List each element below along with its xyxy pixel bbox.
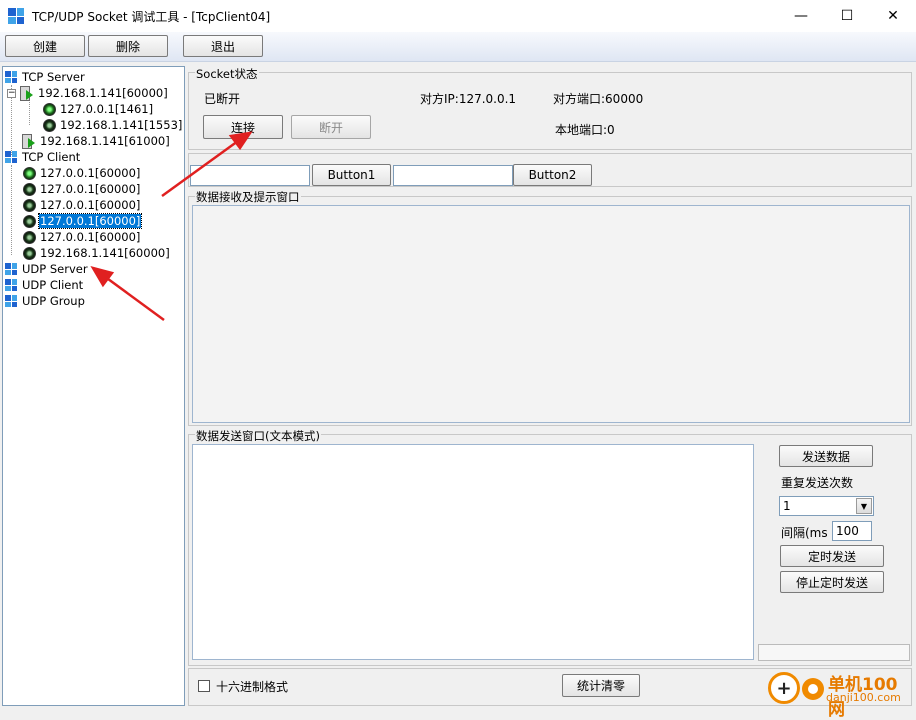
receive-text-area[interactable]: [192, 205, 910, 423]
tcp-client-icon: [5, 151, 17, 163]
hex-format-checkbox[interactable]: [198, 680, 210, 692]
repeat-count-select[interactable]: 1 ▼: [779, 496, 874, 516]
interval-label: 间隔(ms: [781, 526, 828, 540]
watermark-logo: + 单机100网 danji100.com: [768, 670, 914, 720]
watermark-plus-icon: +: [768, 672, 800, 704]
close-button[interactable]: ✕: [870, 0, 916, 32]
custom-input-1[interactable]: [190, 165, 310, 186]
connected-icon: [23, 166, 36, 180]
watermark-dot-icon: [802, 678, 824, 700]
disconnected-icon: [23, 182, 36, 196]
button1[interactable]: Button1: [312, 164, 391, 186]
toolbar: 创建 删除 退出: [0, 32, 916, 62]
tree-node-client-04-selected[interactable]: 127.0.0.1[60000]: [23, 213, 143, 229]
connected-icon: [43, 118, 56, 132]
tree-label: 192.168.1.141[60000]: [38, 86, 168, 100]
minimize-button[interactable]: —: [778, 0, 824, 32]
connected-icon: [43, 102, 56, 116]
udp-group-icon: [5, 295, 17, 307]
title-bar: TCP/UDP Socket 调试工具 - [TcpClient04] — ☐ …: [0, 0, 916, 32]
status-field: [758, 644, 910, 661]
create-button[interactable]: 创建: [5, 35, 85, 57]
maximize-button[interactable]: ☐: [824, 0, 870, 32]
connect-button[interactable]: 连接: [203, 115, 283, 139]
socket-status-title: Socket状态: [195, 66, 259, 82]
disconnected-icon: [23, 214, 36, 228]
tree-node-client-05[interactable]: 127.0.0.1[60000]: [23, 229, 141, 245]
collapse-icon[interactable]: −: [7, 88, 16, 98]
tree-label: 192.168.1.141[61000]: [40, 134, 170, 148]
tcp-server-icon: [5, 71, 17, 83]
delete-button[interactable]: 删除: [88, 35, 168, 57]
tree-label: UDP Group: [22, 294, 85, 308]
remote-ip: 对方IP:127.0.0.1: [420, 92, 517, 106]
repeat-count-label: 重复发送次数: [781, 476, 854, 490]
custom-input-2[interactable]: [393, 165, 513, 186]
tree-label: 127.0.0.1[60000]: [40, 230, 141, 244]
tree-node-udp-client[interactable]: UDP Client: [5, 277, 84, 293]
disconnected-icon: [23, 246, 36, 260]
tree-label: 192.168.1.141[60000]: [40, 246, 170, 260]
tree-node-tcp-client[interactable]: TCP Client: [5, 149, 81, 165]
hex-format-label: 十六进制格式: [216, 680, 289, 694]
connection-state: 已断开: [204, 92, 241, 106]
tree-label: 127.0.0.1[60000]: [40, 198, 141, 212]
disconnected-icon: [23, 230, 36, 244]
app-icon: [8, 8, 24, 24]
button2[interactable]: Button2: [513, 164, 592, 186]
udp-server-icon: [5, 263, 17, 275]
send-text-area[interactable]: [192, 444, 754, 660]
connection-tree[interactable]: TCP Server − 192.168.1.141[60000] 127.0.…: [2, 66, 185, 706]
interval-input[interactable]: 100: [832, 521, 872, 541]
tree-label: UDP Client: [22, 278, 84, 292]
timer-send-button[interactable]: 定时发送: [780, 545, 884, 567]
tree-label: 127.0.0.1[1461]: [60, 102, 154, 116]
tree-label: 127.0.0.1[60000]: [40, 182, 141, 196]
tree-label: UDP Server: [22, 262, 88, 276]
tree-node-client-02[interactable]: 127.0.0.1[60000]: [23, 181, 141, 197]
dropdown-arrow-icon[interactable]: ▼: [856, 498, 872, 514]
tree-label: 192.168.1.141[1553]: [60, 118, 183, 132]
tree-node-udp-server[interactable]: UDP Server: [5, 261, 89, 277]
tree-label: 127.0.0.1[60000]: [40, 166, 141, 180]
udp-client-icon: [5, 279, 17, 291]
exit-button[interactable]: 退出: [183, 35, 263, 57]
reset-stats-button[interactable]: 统计清零: [562, 674, 640, 697]
local-port: 本地端口:0: [555, 123, 615, 137]
server-listen-icon: [21, 134, 37, 149]
tree-label: TCP Client: [22, 150, 81, 164]
tree-node-client-06[interactable]: 192.168.1.141[60000]: [23, 245, 171, 261]
disconnected-icon: [23, 198, 36, 212]
tree-node-server-60000[interactable]: − 192.168.1.141[60000]: [7, 85, 169, 101]
tree-node-udp-group[interactable]: UDP Group: [5, 293, 86, 309]
window-title: TCP/UDP Socket 调试工具 - [TcpClient04]: [32, 10, 271, 24]
send-title: 数据发送窗口(文本模式): [195, 428, 321, 444]
repeat-count-value: 1: [783, 499, 791, 513]
receive-title: 数据接收及提示窗口: [195, 189, 301, 205]
stop-timer-button[interactable]: 停止定时发送: [780, 571, 884, 593]
disconnect-button[interactable]: 断开: [291, 115, 371, 139]
tree-label: TCP Server: [22, 70, 85, 84]
tree-node-client-03[interactable]: 127.0.0.1[60000]: [23, 197, 141, 213]
remote-port: 对方端口:60000: [553, 92, 644, 106]
watermark-url: danji100.com: [826, 691, 901, 704]
tree-node-server-conn-1461[interactable]: 127.0.0.1[1461]: [43, 101, 154, 117]
tree-node-client-01[interactable]: 127.0.0.1[60000]: [23, 165, 141, 181]
tree-node-server-conn-1553[interactable]: 192.168.1.141[1553]: [43, 117, 183, 133]
tree-label: 127.0.0.1[60000]: [37, 213, 143, 229]
tree-node-tcp-server[interactable]: TCP Server: [5, 69, 86, 85]
send-data-button[interactable]: 发送数据: [779, 445, 873, 467]
server-listen-icon: [19, 86, 35, 101]
tree-node-server-61000[interactable]: 192.168.1.141[61000]: [21, 133, 171, 149]
